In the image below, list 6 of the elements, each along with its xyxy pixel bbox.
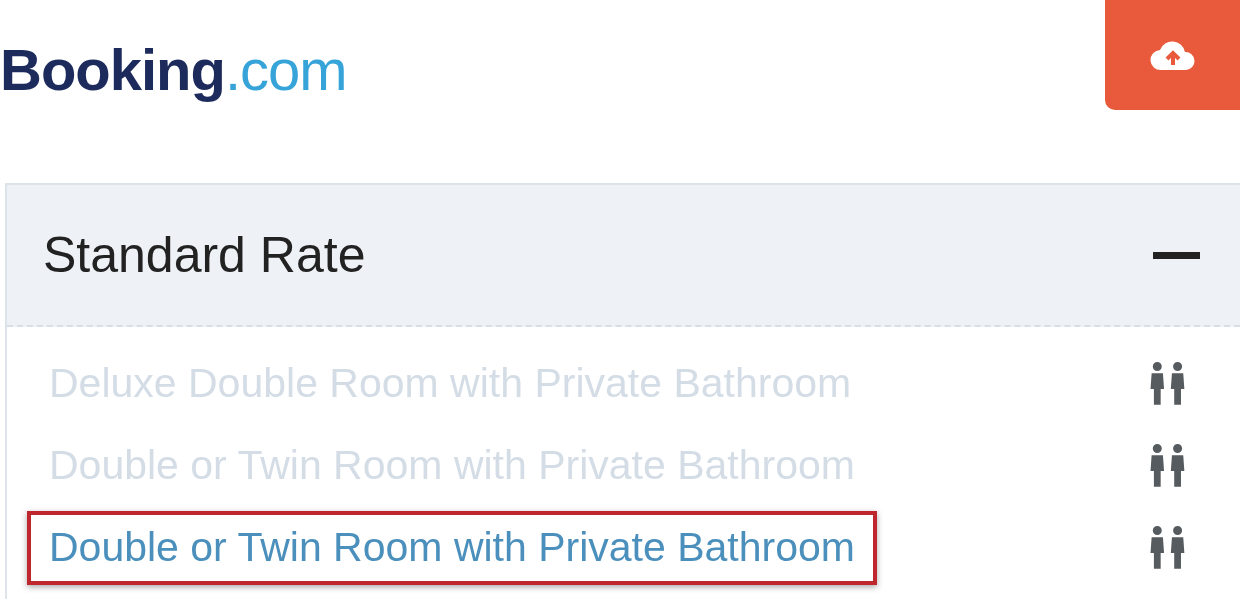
upload-button[interactable] [1105,0,1240,110]
cloud-upload-icon [1149,38,1196,72]
room-option[interactable]: Double or Twin Room with Private Bathroom [27,511,877,585]
collapse-toggle[interactable] [1153,251,1200,259]
panel-title: Standard Rate [43,225,366,285]
logo: Booking.com [0,36,347,104]
